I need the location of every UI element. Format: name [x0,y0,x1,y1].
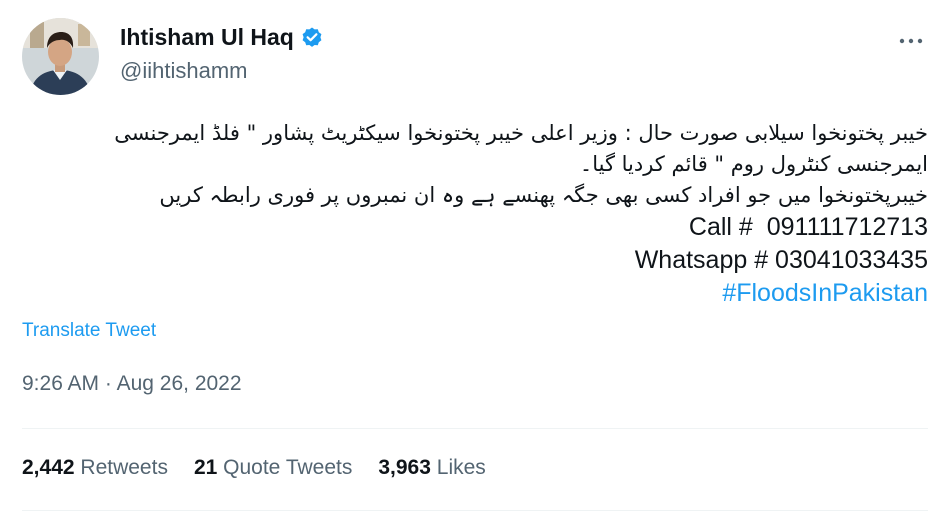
author-handle[interactable]: @iihtishamm [120,58,247,84]
hashtag-link[interactable]: #FloodsInPakistan [722,279,928,307]
verified-badge-icon [300,26,324,50]
likes-stat[interactable]: 3,963 Likes [378,456,485,480]
quote-tweets-stat[interactable]: 21 Quote Tweets [194,456,352,480]
tweet-date[interactable]: Aug 26, 2022 [117,372,242,395]
call-number-line: Call # 091111712713 [688,213,928,241]
quote-tweets-count: 21 [193,456,218,479]
divider [22,510,928,511]
author-display-name[interactable]: Ihtisham Ul Haq [120,24,294,51]
author-avatar[interactable] [22,18,99,95]
tweet-text: خیبر پختونخوا سیلابی صورت حال : وزیر اعل… [108,118,928,310]
retweets-count: 2,442 [22,456,75,479]
quote-tweets-label: Quote Tweets [223,456,353,479]
more-options-icon[interactable] [898,30,924,46]
likes-label: Likes [436,456,486,479]
author-name-row: Ihtisham Ul Haq [120,24,324,51]
translate-tweet-link[interactable]: Translate Tweet [22,320,156,342]
retweets-label: Retweets [80,456,168,479]
tweet-text-line: ایمرجنسی کنٹرول روم " قائم کردیا گیا۔ [579,152,928,176]
likes-count: 3,963 [378,456,431,479]
tweet-stats: 2,442 Retweets 21 Quote Tweets 3,963 Lik… [22,456,486,480]
tweet-text-line: خیبرپختونخوا میں جو افراد کسی بھی جگہ پھ… [159,183,928,207]
avatar-image [22,18,99,95]
whatsapp-number-line: Whatsapp # 03041033435 [634,246,928,274]
tweet-text-line: خیبر پختونخوا سیلابی صورت حال : وزیر اعل… [114,121,928,145]
divider [22,428,928,429]
tweet-time[interactable]: 9:26 AM [22,372,99,395]
tweet-timestamp: 9:26 AM · Aug 26, 2022 [22,372,242,396]
timestamp-separator: · [104,372,112,395]
retweets-stat[interactable]: 2,442 Retweets [22,456,168,480]
